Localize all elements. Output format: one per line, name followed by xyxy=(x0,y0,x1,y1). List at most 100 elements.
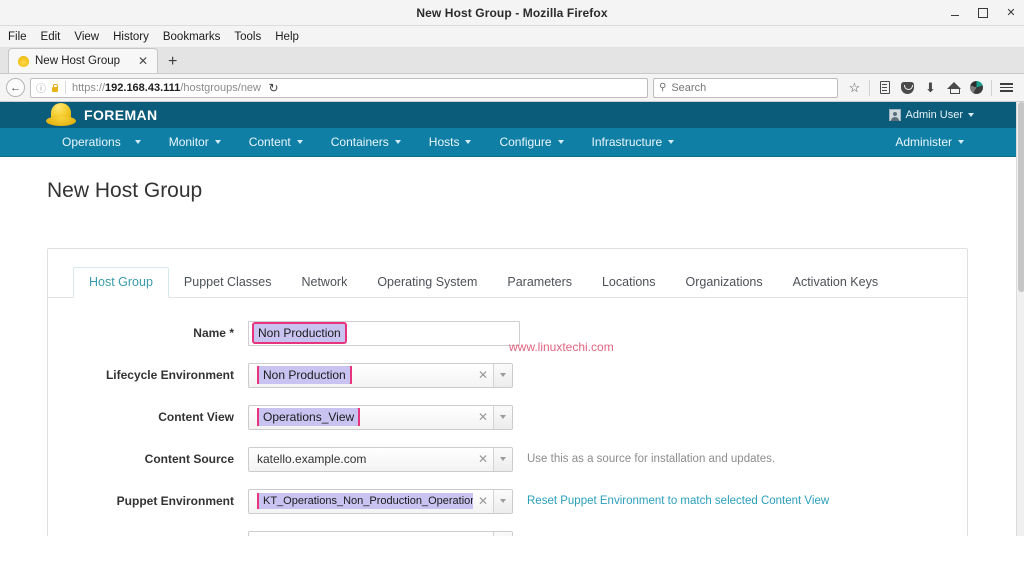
foreman-header: FOREMAN Admin User xyxy=(0,102,1016,128)
clear-icon[interactable]: ✕ xyxy=(473,494,493,508)
content-source-value: katello.example.com xyxy=(257,452,367,466)
browser-tab[interactable]: New Host Group ✕ xyxy=(8,48,158,73)
toolbar-divider-2 xyxy=(991,79,992,96)
tab-activation-keys[interactable]: Activation Keys xyxy=(778,268,893,297)
field-row-name: Name * Non Production xyxy=(48,320,967,346)
insecure-lock-icon[interactable] xyxy=(50,83,59,93)
menu-edit[interactable]: Edit xyxy=(41,31,61,43)
maximize-button[interactable] xyxy=(976,6,990,20)
puppet-ca-select[interactable]: katello.example.com ✕ xyxy=(248,530,513,536)
dropdown-arrow-icon[interactable] xyxy=(493,531,512,536)
nav-item-hosts[interactable]: Hosts xyxy=(415,128,486,157)
nav-item-administer[interactable]: Administer xyxy=(881,128,978,157)
dropdown-arrow-icon[interactable] xyxy=(493,363,512,387)
required-marker: * xyxy=(229,326,234,340)
clear-icon[interactable]: ✕ xyxy=(473,410,493,424)
nav-label: Monitor xyxy=(168,135,209,149)
address-bar[interactable]: ⓘ https://192.168.43.111/hostgroups/new … xyxy=(30,77,648,98)
search-input[interactable] xyxy=(671,81,832,94)
menu-tools[interactable]: Tools xyxy=(234,31,261,43)
page-content: New Host Group www.linuxtechi.com Host G… xyxy=(0,157,1016,536)
urlbar-divider xyxy=(65,81,66,94)
tab-close-icon[interactable]: ✕ xyxy=(135,54,151,68)
field-row-puppet-ca: Puppet CA katello.example.com ✕ Use this… xyxy=(48,530,967,536)
field-row-content-view: Content View Operations_View ✕ xyxy=(48,404,967,430)
new-tab-button[interactable]: + xyxy=(168,54,177,70)
dropdown-arrow-icon[interactable] xyxy=(493,405,512,429)
page-viewport: FOREMAN Admin User Operations Monitor Co… xyxy=(0,102,1024,536)
nav-item-configure[interactable]: Configure xyxy=(485,128,577,157)
chevron-down-icon xyxy=(557,140,564,144)
menu-view[interactable]: View xyxy=(74,31,99,43)
content-source-select[interactable]: katello.example.com ✕ xyxy=(248,446,513,472)
tab-host-group[interactable]: Host Group xyxy=(73,267,169,298)
field-row-puppet-environment: Puppet Environment KT_Operations_Non_Pro… xyxy=(48,488,967,514)
nav-item-infrastructure[interactable]: Infrastructure xyxy=(578,128,689,157)
browser-menubar: File Edit View History Bookmarks Tools H… xyxy=(0,26,1024,48)
puppet-environment-value-wrap: KT_Operations_Non_Production_Operations_… xyxy=(249,493,473,509)
name-value: Non Production xyxy=(252,322,347,344)
puppet-environment-value: KT_Operations_Non_Production_Operations_… xyxy=(257,493,473,509)
foreman-brand-text: FOREMAN xyxy=(84,107,158,123)
tab-operating-system[interactable]: Operating System xyxy=(362,268,492,297)
window-titlebar: New Host Group - Mozilla Firefox ✕ xyxy=(0,0,1024,26)
clear-icon[interactable]: ✕ xyxy=(473,452,493,466)
foreman-main-menu: Operations Monitor Content Containers Ho… xyxy=(0,128,688,157)
account-globe-icon[interactable] xyxy=(965,77,988,99)
clear-icon[interactable]: ✕ xyxy=(473,368,493,382)
url-path: /hostgroups/new xyxy=(180,81,261,94)
nav-item-monitor[interactable]: Monitor xyxy=(155,128,235,157)
close-icon[interactable]: ✕ xyxy=(1004,6,1018,20)
hamburger-menu-icon[interactable] xyxy=(995,77,1018,99)
menu-bookmarks[interactable]: Bookmarks xyxy=(163,31,221,43)
library-icon[interactable] xyxy=(873,77,896,99)
lifecycle-environment-value: Non Production xyxy=(257,366,352,384)
page-scrollbar[interactable] xyxy=(1016,102,1024,536)
downloads-icon[interactable]: ⬇ xyxy=(919,77,942,99)
tab-parameters[interactable]: Parameters xyxy=(492,268,587,297)
nav-label: Configure xyxy=(499,135,552,149)
tab-puppet-classes[interactable]: Puppet Classes xyxy=(169,268,287,297)
back-icon[interactable]: ← xyxy=(6,78,25,97)
reload-icon[interactable]: ↻ xyxy=(265,81,282,95)
name-input[interactable]: Non Production xyxy=(248,320,520,346)
user-menu[interactable]: Admin User xyxy=(888,102,974,128)
tab-network[interactable]: Network xyxy=(286,268,362,297)
lifecycle-environment-select[interactable]: Non Production ✕ xyxy=(248,362,513,388)
chevron-down-icon xyxy=(968,113,974,117)
page-info-icon[interactable]: ⓘ xyxy=(36,80,46,95)
field-row-content-source: Content Source katello.example.com ✕ Use… xyxy=(48,446,967,472)
tab-title: New Host Group xyxy=(35,55,121,67)
tab-locations[interactable]: Locations xyxy=(587,268,671,297)
home-icon[interactable] xyxy=(942,77,965,99)
host-group-form: Name * Non Production Lifecycle Environm… xyxy=(48,298,967,536)
pocket-icon[interactable] xyxy=(896,77,919,99)
nav-item-containers[interactable]: Containers xyxy=(317,128,415,157)
menu-file[interactable]: File xyxy=(8,31,27,43)
dropdown-arrow-icon[interactable] xyxy=(493,447,512,471)
avatar-icon xyxy=(888,109,901,121)
minimize-button[interactable] xyxy=(948,6,962,20)
menu-history[interactable]: History xyxy=(113,31,149,43)
search-bar[interactable]: ⚲ xyxy=(653,77,838,98)
menu-help[interactable]: Help xyxy=(275,31,299,43)
url-domain: 192.168.43.111 xyxy=(105,81,181,94)
chevron-down-icon xyxy=(214,140,221,144)
help-content-source: Use this as a source for installation an… xyxy=(527,453,776,465)
reset-puppet-environment-link[interactable]: Reset Puppet Environment to match select… xyxy=(513,495,829,507)
content-view-select[interactable]: Operations_View ✕ xyxy=(248,404,513,430)
dropdown-arrow-icon[interactable] xyxy=(493,489,512,513)
nav-item-content[interactable]: Content xyxy=(235,128,317,157)
foreman-favicon-icon xyxy=(18,55,29,67)
window-controls: ✕ xyxy=(948,0,1018,26)
page-title: New Host Group xyxy=(47,179,203,202)
tab-organizations[interactable]: Organizations xyxy=(671,268,778,297)
foreman-logo[interactable]: FOREMAN xyxy=(46,103,158,127)
scrollbar-thumb[interactable] xyxy=(1018,102,1024,292)
label-name: Name * xyxy=(48,326,248,340)
bookmark-star-icon[interactable]: ☆ xyxy=(843,77,866,99)
nav-item-operations[interactable]: Operations xyxy=(48,128,155,157)
puppet-environment-select[interactable]: KT_Operations_Non_Production_Operations_… xyxy=(248,488,513,514)
watermark-text: www.linuxtechi.com xyxy=(509,340,614,354)
nav-label: Content xyxy=(248,135,291,149)
